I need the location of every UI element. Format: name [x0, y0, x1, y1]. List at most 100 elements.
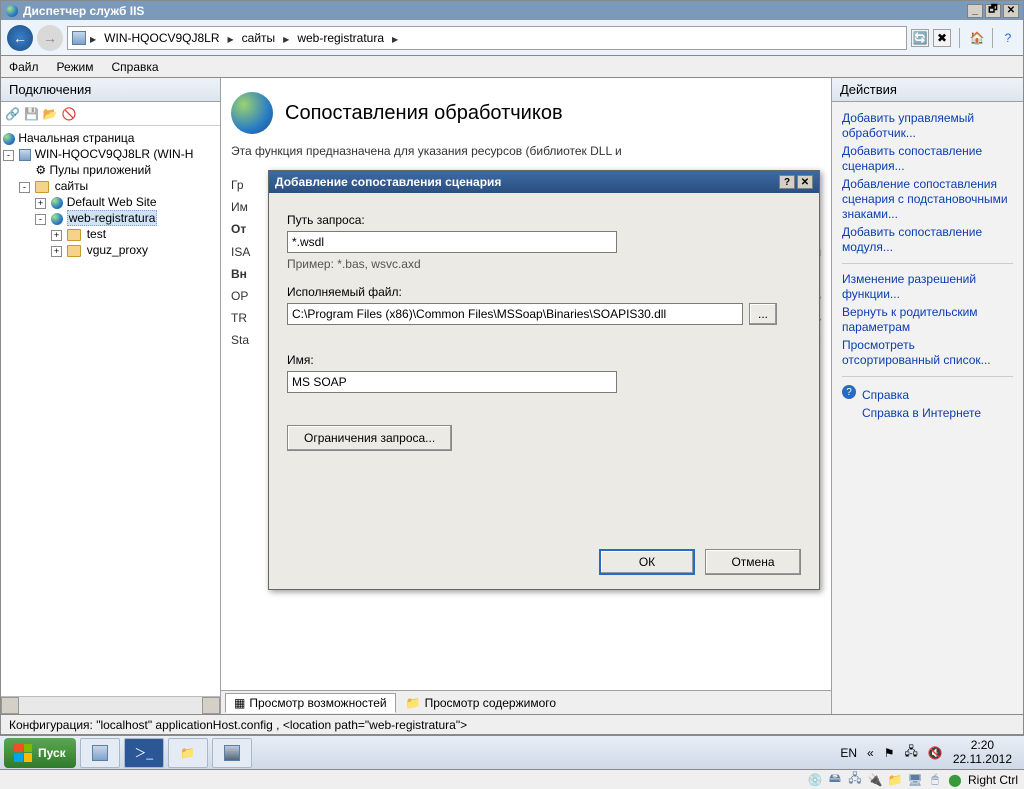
help-icon: ? — [842, 385, 856, 399]
vm-usb-icon: 🔌 — [868, 773, 882, 787]
breadcrumb[interactable]: WIN-HQOCV9QJ8LR сайты web-registratura — [67, 26, 907, 50]
help-button[interactable]: ? — [999, 29, 1017, 47]
task-item-server-manager[interactable] — [80, 738, 120, 768]
minimize-button[interactable]: _ — [967, 4, 983, 18]
connections-hscroll[interactable] — [1, 696, 220, 714]
tree-vguz-proxy[interactable]: + vguz_proxy — [51, 242, 218, 258]
tree-web-registratura[interactable]: - web-registratura — [35, 210, 218, 226]
browse-button[interactable]: ... — [749, 303, 777, 325]
chevron-right-icon[interactable] — [88, 31, 98, 45]
app-icon — [5, 4, 19, 18]
ok-button[interactable]: ОК — [599, 549, 695, 575]
vm-net-icon: 🖧 — [848, 773, 862, 787]
restore-button[interactable]: 🗗 — [985, 4, 1001, 18]
collapse-toggle[interactable]: - — [3, 150, 14, 161]
action-view-ordered-list[interactable]: Просмотреть отсортированный список... — [842, 338, 1013, 368]
grid-fragment: Вн — [231, 263, 247, 285]
nav-back-button[interactable]: ← — [7, 25, 33, 51]
save-icon[interactable]: 💾 — [24, 107, 39, 121]
breadcrumb-site[interactable]: web-registratura — [293, 31, 388, 45]
breadcrumb-sites[interactable]: сайты — [238, 31, 280, 45]
task-item-powershell[interactable]: ＞_ — [124, 738, 164, 768]
action-revert-to-parent[interactable]: Вернуть к родительским параметрам — [842, 305, 1013, 335]
name-input[interactable] — [287, 371, 617, 393]
vm-display-icon: 🖥 — [908, 773, 922, 787]
close-button[interactable]: ✕ — [1003, 4, 1019, 18]
open-icon[interactable]: 📂 — [43, 107, 58, 121]
tree-server[interactable]: - WIN-HQOCV9QJ8LR (WIN-H — [3, 146, 218, 162]
menu-mode[interactable]: Режим — [57, 60, 94, 74]
home-button[interactable]: 🏠 — [968, 29, 986, 47]
grid-fragment: Sta — [231, 329, 249, 351]
action-add-module-mapping[interactable]: Добавить сопоставление модуля... — [842, 225, 1013, 255]
view-tabs: ▦Просмотр возможностей 📁Просмотр содержи… — [221, 690, 831, 714]
actions-header: Действия — [832, 78, 1023, 102]
action-edit-feature-permissions[interactable]: Изменение разрешений функции... — [842, 272, 1013, 302]
dialog-help-button[interactable]: ? — [779, 175, 795, 189]
separator — [992, 28, 993, 48]
system-clock[interactable]: 2:20 22.11.2012 — [953, 739, 1012, 765]
remove-icon[interactable]: 🚫 — [62, 107, 77, 121]
connections-toolbar: 🔗 💾 📂 🚫 — [1, 102, 220, 126]
task-item-explorer[interactable]: 📁 — [168, 738, 208, 768]
expand-toggle[interactable]: + — [51, 246, 62, 257]
expand-toggle[interactable]: + — [51, 230, 62, 241]
expand-toggle[interactable]: + — [35, 198, 46, 209]
tree-sites[interactable]: - сайты — [19, 178, 218, 194]
tree-test[interactable]: + test — [51, 226, 218, 242]
grid-icon: ▦ — [234, 696, 245, 710]
server-icon — [72, 31, 86, 45]
action-help-online[interactable]: Справка в Интернете — [862, 406, 981, 421]
tab-features-view[interactable]: ▦Просмотр возможностей — [225, 693, 396, 713]
dialog-title: Добавление сопоставления сценария — [275, 175, 501, 189]
tray-volume-icon[interactable]: 🔇 — [928, 746, 943, 760]
grid-fragment: TR — [231, 307, 247, 329]
collapse-toggle[interactable]: - — [19, 182, 30, 193]
tree-default-site[interactable]: + Default Web Site — [35, 194, 218, 210]
grid-fragment: Гр — [231, 174, 244, 196]
grid-fragment: От — [231, 218, 246, 240]
grid-fragment: ISA — [231, 241, 250, 263]
nav-forward-button[interactable]: → — [37, 25, 63, 51]
tray-network-icon[interactable]: 🖧 — [904, 742, 917, 763]
vm-disk-icon: 💿 — [808, 773, 822, 787]
menu-help[interactable]: Справка — [112, 60, 159, 74]
menu-file[interactable]: Файл — [9, 60, 39, 74]
folder-icon — [35, 181, 49, 193]
tray-flag-icon[interactable]: ⚑ — [884, 746, 895, 760]
action-help[interactable]: Справка — [862, 388, 981, 403]
action-add-managed-handler[interactable]: Добавить управляемый обработчик... — [842, 111, 1013, 141]
tab-content-view[interactable]: 📁Просмотр содержимого — [398, 694, 564, 712]
actions-panel: Действия Добавить управляемый обработчик… — [831, 78, 1023, 714]
tree-start-page[interactable]: Начальная страница — [3, 130, 218, 146]
server-icon — [19, 149, 31, 161]
chevron-right-icon[interactable] — [226, 31, 236, 45]
connect-icon[interactable]: 🔗 — [5, 107, 20, 121]
grid-fragment: OP — [231, 285, 248, 307]
chevron-right-icon[interactable] — [390, 31, 400, 45]
breadcrumb-host[interactable]: WIN-HQOCV9QJ8LR — [100, 31, 223, 45]
language-indicator[interactable]: EN — [840, 746, 857, 760]
vm-host-key: Right Ctrl — [968, 773, 1018, 787]
feature-description: Эта функция предназначена для указания р… — [231, 144, 821, 158]
stop-button[interactable]: ✖ — [933, 29, 951, 47]
start-button[interactable]: Пуск — [4, 738, 76, 768]
action-add-wildcard-script-map[interactable]: Добавление сопоставления сценария с подс… — [842, 177, 1013, 222]
refresh-button[interactable]: 🔄 — [911, 29, 929, 47]
request-path-input[interactable] — [287, 231, 617, 253]
executable-input[interactable] — [287, 303, 743, 325]
chevron-right-icon[interactable] — [281, 31, 291, 45]
tree-app-pools[interactable]: ⚙ Пулы приложений — [19, 162, 218, 178]
collapse-toggle[interactable]: - — [35, 214, 46, 225]
address-bar: ← → WIN-HQOCV9QJ8LR сайты web-registratu… — [0, 20, 1024, 56]
vm-status-bar: 💿 🖴 🖧 🔌 📁 🖥 🖱 ⬤ Right Ctrl — [0, 769, 1024, 789]
cancel-button[interactable]: Отмена — [705, 549, 801, 575]
menu-bar: Файл Режим Справка — [0, 56, 1024, 78]
action-add-script-map[interactable]: Добавить сопоставление сценария... — [842, 144, 1013, 174]
grid-fragment: Им — [231, 196, 248, 218]
dialog-close-button[interactable]: ✕ — [797, 175, 813, 189]
tray-chevron-icon[interactable]: « — [867, 746, 874, 760]
task-item-iis-manager[interactable] — [212, 738, 252, 768]
vm-capture-icon: ⬤ — [948, 773, 962, 787]
request-restrictions-button[interactable]: Ограничения запроса... — [287, 425, 452, 451]
